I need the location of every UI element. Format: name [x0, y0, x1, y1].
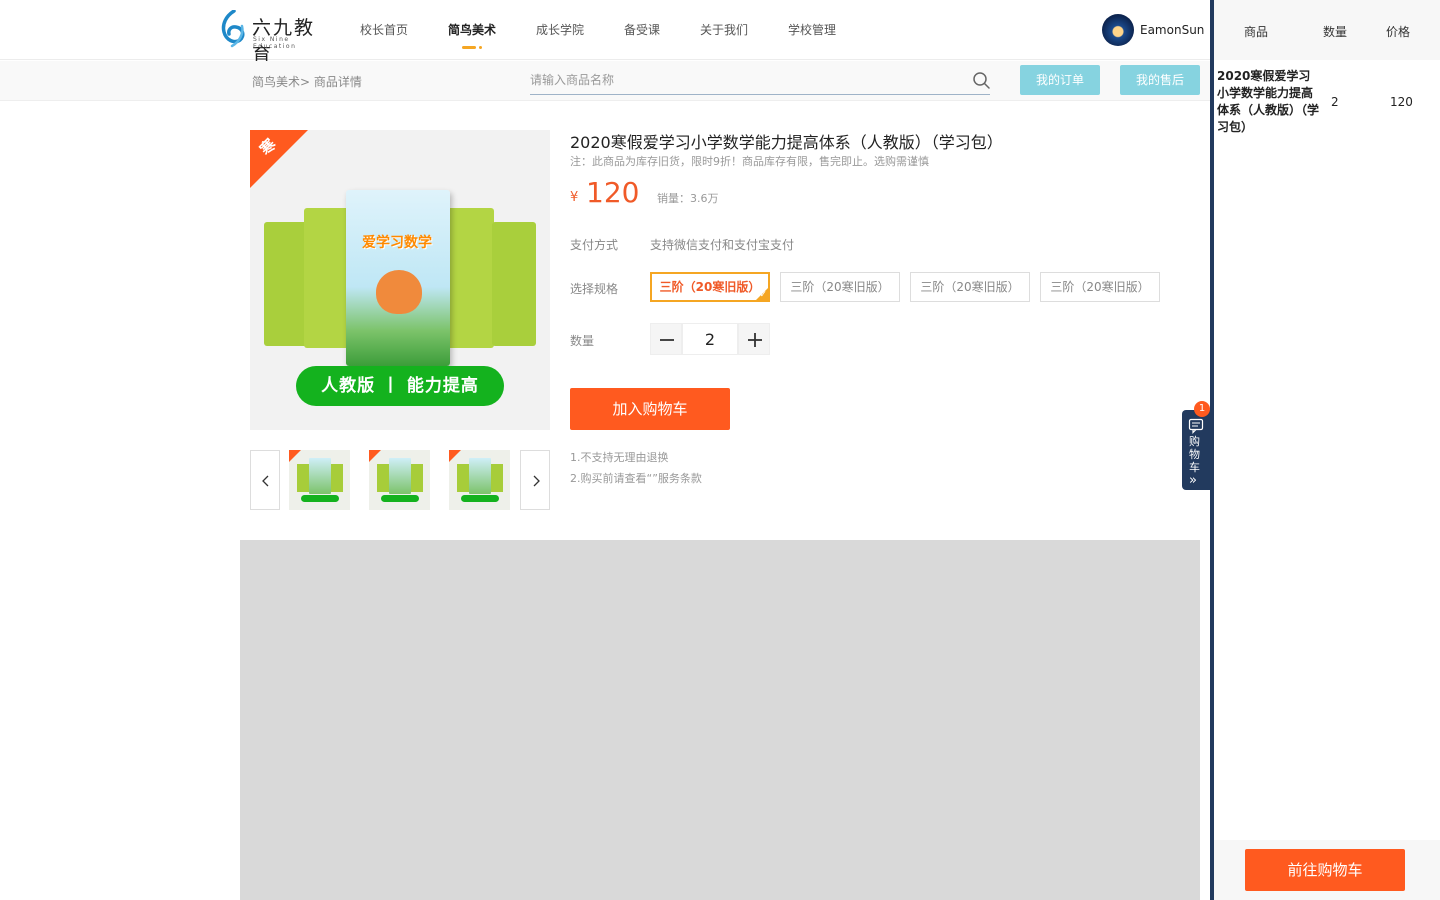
nav-item-about-us[interactable]: 关于我们 [700, 21, 748, 38]
cart-drawer-header: 商品 数量 价格 [1214, 0, 1440, 60]
spec-option-label: 三阶（20寒旧版） [1050, 280, 1150, 294]
thumb-prev-button[interactable] [250, 450, 280, 510]
logo[interactable]: 六九教育 Six Nine Education [220, 10, 330, 66]
nav-active-dot [479, 46, 482, 49]
column-header-price: 价格 [1386, 25, 1411, 39]
sub-bar: 简鸟美术> 商品详情 我的订单 我的售后 [0, 61, 1210, 101]
logo-subtext: Six Nine Education [253, 36, 297, 50]
book-cover-main: 爱学习数学 [346, 190, 450, 366]
cart-drawer-footer: 前往购物车 [1214, 840, 1440, 900]
minus-icon [660, 339, 674, 341]
cart-row-product-name: 2020寒假爱学习小学数学能力提高体系（人教版）（学习包） [1217, 69, 1320, 134]
my-orders-button[interactable]: 我的订单 [1020, 65, 1100, 95]
thumb-book-main [389, 458, 411, 494]
cart-row-qty: 2 [1331, 95, 1339, 109]
cart-count-badge: 1 [1194, 401, 1210, 417]
increment-button[interactable] [738, 323, 770, 355]
thumb-caption-bar [381, 495, 419, 502]
double-chevron-right-icon: » [1189, 473, 1197, 488]
cart-tab-label: 购物车 [1189, 435, 1200, 474]
nav-item-school-admin[interactable]: 学校管理 [788, 21, 836, 38]
price-currency: ¥ [570, 190, 579, 205]
product-main-image: 爱学习数学 人教版 丨 能力提高 寒 [250, 130, 550, 430]
nav-item-principal-home[interactable]: 校长首页 [360, 21, 408, 38]
cart-drawer: 商品 数量 价格 2020寒假爱学习小学数学能力提高体系（人教版）（学习包） 2… [1214, 0, 1440, 900]
add-to-cart-button[interactable]: 加入购物车 [570, 388, 730, 430]
chevron-left-icon [262, 475, 269, 487]
payment-methods: 支持微信支付和支付宝支付 [650, 238, 795, 252]
cart-side-tab[interactable]: 1 购物车 » [1182, 401, 1210, 490]
book-cover-right-inner [446, 208, 494, 348]
logo-mark-icon [221, 10, 245, 48]
thumb-next-button[interactable] [520, 450, 550, 510]
search-input[interactable] [530, 65, 990, 95]
thumb-book-main [309, 458, 331, 494]
product-title: 2020寒假爱学习小学数学能力提高体系（人教版）（学习包） [570, 133, 1003, 152]
product-note: 注：此商品为库存旧货，限时9折！商品库存有限，售完即止。选购需谨慎 [570, 155, 929, 168]
breadcrumb: 简鸟美术> 商品详情 [252, 75, 362, 89]
spec-option-selected[interactable]: 三阶（20寒旧版） ✓ [650, 272, 770, 302]
thumb-ribbon [449, 450, 461, 462]
spec-option-label: 三阶（20寒旧版） [790, 280, 890, 294]
book-cover-right-outer [492, 222, 536, 346]
thumb-caption-bar [461, 495, 499, 502]
thumb-ribbon [289, 450, 301, 462]
username[interactable]: EamonSun [1140, 23, 1204, 37]
sales-count: 销量：3.6万 [657, 192, 719, 205]
spec-option[interactable]: 三阶（20寒旧版） [1040, 272, 1160, 302]
nav-item-jianniao-art[interactable]: 简鸟美术 [448, 21, 496, 38]
column-header-product: 商品 [1244, 25, 1269, 39]
plus-icon [748, 333, 762, 347]
product-price: 120 [586, 176, 640, 209]
quantity-label: 数量 [570, 334, 595, 348]
policy-line: 2.购买前请查看“”服务条款 [570, 472, 702, 485]
my-aftersale-button[interactable]: 我的售后 [1120, 65, 1200, 95]
policy-line: 1.不支持无理由退换 [570, 451, 669, 464]
book-cover-left-inner [304, 208, 352, 348]
spec-option[interactable]: 三阶（20寒旧版） [780, 272, 900, 302]
thumb-book-right [489, 464, 503, 492]
spec-option[interactable]: 三阶（20寒旧版） [910, 272, 1030, 302]
thumb-caption-bar [301, 495, 339, 502]
avatar[interactable] [1102, 14, 1134, 46]
thumb-book-right [329, 464, 343, 492]
book-cover-left-outer [264, 222, 308, 346]
product-image-caption: 人教版 丨 能力提高 [296, 366, 504, 406]
thumbnail[interactable] [369, 450, 430, 510]
chevron-right-icon [533, 475, 540, 487]
spec-option-label: 三阶（20寒旧版） [920, 280, 1020, 294]
cart-list-icon [1188, 418, 1204, 434]
thumb-ribbon [369, 450, 381, 462]
book-cover-title: 爱学习数学 [362, 235, 432, 251]
detail-content-area [240, 540, 1200, 900]
go-to-cart-button[interactable]: 前往购物车 [1245, 849, 1405, 891]
top-nav: 六九教育 Six Nine Education 校长首页 简鸟美术 成长学院 备… [0, 0, 1210, 66]
payment-label: 支付方式 [570, 238, 619, 252]
thumbnail[interactable] [289, 450, 350, 510]
quantity-stepper [650, 323, 770, 355]
thumb-book-main [469, 458, 491, 494]
search-icon[interactable] [972, 71, 990, 89]
cart-row-price: 120 [1390, 95, 1413, 109]
page: 六九教育 Six Nine Education 校长首页 简鸟美术 成长学院 备… [0, 0, 1440, 900]
nav-item-lessons[interactable]: 备受课 [624, 21, 660, 38]
decrement-button[interactable] [650, 323, 682, 355]
quantity-input[interactable] [682, 323, 738, 355]
fox-illustration [376, 270, 422, 314]
thumb-book-right [409, 464, 423, 492]
spec-label: 选择规格 [570, 282, 619, 296]
nav-item-growth-academy[interactable]: 成长学院 [536, 21, 584, 38]
column-header-qty: 数量 [1323, 25, 1348, 39]
thumbnail[interactable] [449, 450, 510, 510]
spec-option-label: 三阶（20寒旧版） [659, 280, 761, 294]
check-icon: ✓ [759, 290, 767, 300]
nav-active-indicator [462, 46, 476, 49]
